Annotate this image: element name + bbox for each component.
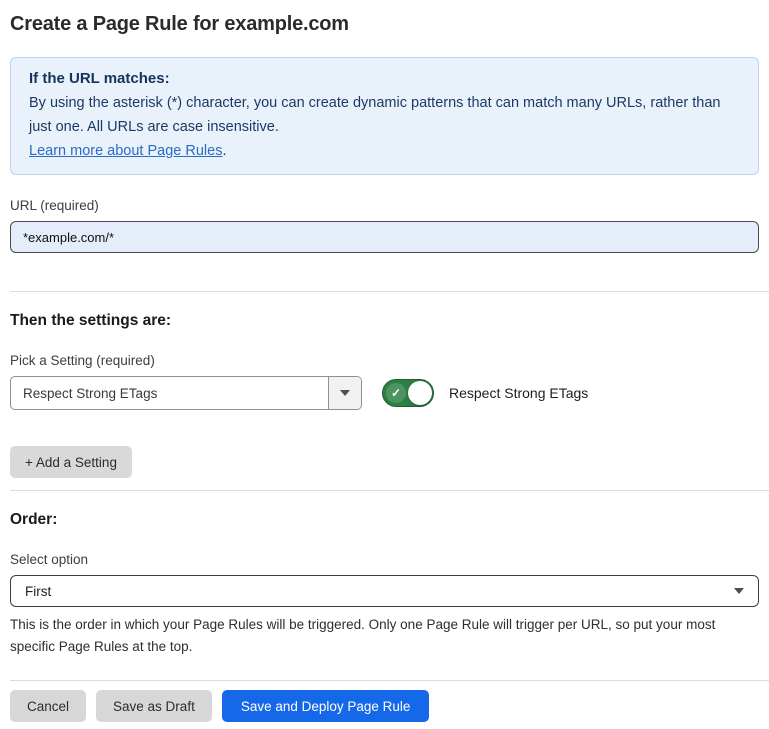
url-field-label: URL (required) xyxy=(10,198,759,213)
cancel-button[interactable]: Cancel xyxy=(10,690,86,722)
check-icon: ✓ xyxy=(386,383,406,403)
save-draft-button[interactable]: Save as Draft xyxy=(96,690,212,722)
save-deploy-button[interactable]: Save and Deploy Page Rule xyxy=(222,690,430,722)
info-box-body-text: By using the asterisk (*) character, you… xyxy=(29,95,721,135)
url-input[interactable] xyxy=(10,221,759,253)
add-setting-button[interactable]: + Add a Setting xyxy=(10,446,132,478)
settings-heading: Then the settings are: xyxy=(10,312,759,330)
dropdown-arrow-icon xyxy=(340,390,350,396)
link-suffix: . xyxy=(222,143,226,159)
settings-section: Then the settings are: Pick a Setting (r… xyxy=(10,312,759,478)
divider xyxy=(10,291,769,292)
setting-toggle[interactable]: ✓ xyxy=(382,379,434,407)
setting-row: Respect Strong ETags ✓ Respect Strong ET… xyxy=(10,376,759,410)
order-select-label: Select option xyxy=(10,552,759,567)
divider xyxy=(10,490,769,491)
order-select-value: First xyxy=(25,584,734,599)
setting-select[interactable]: Respect Strong ETags xyxy=(10,376,362,410)
divider xyxy=(10,680,769,681)
pick-setting-label: Pick a Setting (required) xyxy=(10,353,759,368)
toggle-knob xyxy=(408,381,432,405)
order-heading: Order: xyxy=(10,511,759,529)
page-title: Create a Page Rule for example.com xyxy=(10,11,759,37)
setting-select-value: Respect Strong ETags xyxy=(11,377,328,409)
learn-more-link[interactable]: Learn more about Page Rules xyxy=(29,143,222,159)
info-box-heading: If the URL matches: xyxy=(29,67,740,91)
toggle-label: Respect Strong ETags xyxy=(449,385,588,401)
order-select[interactable]: First xyxy=(10,575,759,607)
url-match-info-box: If the URL matches: By using the asteris… xyxy=(10,57,759,175)
page-content: Create a Page Rule for example.com If th… xyxy=(10,11,759,253)
info-box-body: By using the asterisk (*) character, you… xyxy=(29,91,740,163)
footer-actions: Cancel Save as Draft Save and Deploy Pag… xyxy=(10,690,759,722)
order-section: Order: Select option First This is the o… xyxy=(10,511,759,658)
setting-select-arrow-button[interactable] xyxy=(328,377,361,409)
chevron-down-icon xyxy=(734,588,744,594)
order-help-text: This is the order in which your Page Rul… xyxy=(10,614,759,658)
